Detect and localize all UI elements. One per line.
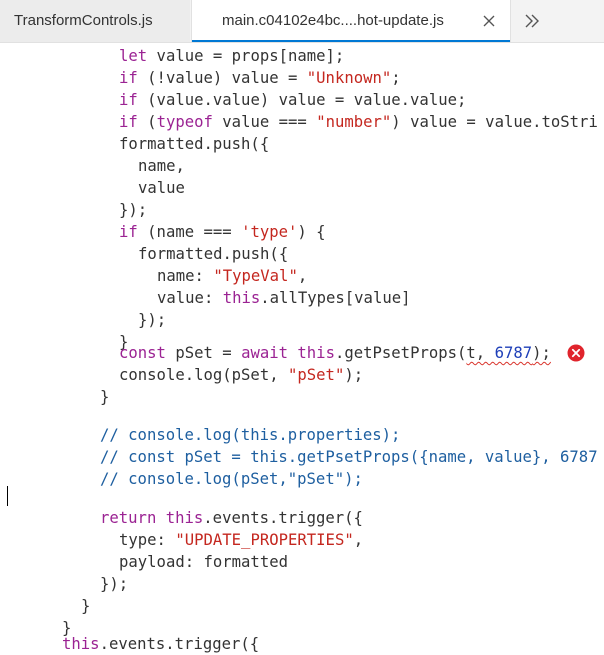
code-number: 6787 — [494, 344, 533, 362]
code-text: value: — [157, 289, 223, 307]
tab-transformcontrols[interactable]: TransformControls.js — [0, 0, 190, 42]
code-string: "pSet" — [288, 366, 345, 384]
code-text: formatted.push({ — [119, 135, 270, 153]
code-keyword: if — [119, 113, 138, 131]
code-line: console.log(pSet, "pSet"); — [119, 365, 363, 385]
code-text: }); — [119, 201, 148, 219]
code-keyword: const — [119, 344, 166, 362]
code-line: } — [100, 387, 109, 407]
code-keyword: if — [119, 69, 138, 87]
code-string: 'type' — [241, 223, 298, 241]
code-line: type: "UPDATE_PROPERTIES", — [119, 530, 363, 550]
code-text: payload: formatted — [119, 553, 288, 571]
code-line: return this.events.trigger({ — [100, 508, 363, 528]
code-line: name, — [138, 156, 185, 176]
code-text: type: — [119, 531, 176, 549]
code-text: , — [353, 531, 364, 549]
code-line: const pSet = await this.getPsetProps(t, … — [119, 343, 551, 363]
code-text: value = props[name]; — [147, 47, 345, 65]
code-line: // console.log(pSet,"pSet"); — [100, 469, 363, 489]
code-keyword: if — [119, 91, 138, 109]
code-text: console.log(pSet, — [119, 366, 288, 384]
code-text: value === — [212, 113, 317, 131]
code-line: // console.log(this.properties); — [100, 425, 400, 445]
code-text: ( — [137, 113, 157, 131]
code-text: (value.value) value = value.value; — [137, 91, 467, 109]
code-text: .events.trigger({ — [203, 509, 363, 527]
code-string: "number" — [316, 113, 392, 131]
code-text: ); — [344, 366, 364, 384]
code-text: ; — [391, 69, 401, 87]
code-keyword: if — [119, 223, 138, 241]
code-line: payload: formatted — [119, 552, 288, 572]
tab-main-hot-update[interactable]: main.c04102e4bc....hot-update.js — [191, 0, 511, 42]
code-text: } — [81, 597, 91, 615]
code-comment: // console.log(this.properties); — [100, 426, 401, 444]
code-text: t, — [466, 344, 495, 362]
code-text: }); — [138, 311, 167, 329]
code-text: .getPsetProps( — [334, 344, 467, 362]
code-text: .events.trigger({ — [99, 635, 260, 653]
code-line: name: "TypeVal", — [157, 266, 307, 286]
code-text: pSet = — [165, 344, 242, 362]
code-line: this.events.trigger({ — [62, 634, 259, 654]
code-text: name, — [138, 157, 185, 175]
tab-label: TransformControls.js — [14, 12, 153, 29]
code-line: }); — [138, 310, 166, 330]
code-keyword: return — [100, 509, 157, 527]
code-text: name: — [157, 267, 214, 285]
chevron-double-right-icon[interactable] — [522, 11, 542, 31]
code-comment: // console.log(pSet,"pSet"); — [100, 470, 363, 488]
code-line: let value = props[name]; — [119, 46, 344, 66]
code-keyword: this — [222, 289, 261, 307]
code-line: formatted.push({ — [119, 134, 269, 154]
code-string: "TypeVal" — [213, 267, 298, 285]
code-editor[interactable]: let value = props[name]; if (!value) val… — [0, 43, 604, 655]
code-line: if (value.value) value = value.value; — [119, 90, 466, 110]
code-text: ) value = value.toStri — [391, 113, 598, 131]
editor-tab-bar: TransformControls.js main.c04102e4bc....… — [0, 0, 604, 43]
code-keyword: let — [119, 47, 148, 65]
code-text: ); — [532, 344, 551, 362]
code-comment: // const pSet = this.getPsetProps({name,… — [100, 448, 598, 466]
code-text: , — [297, 267, 308, 285]
code-line: value — [138, 178, 185, 198]
error-icon[interactable] — [567, 344, 585, 362]
code-line: if (name === 'type') { — [119, 222, 326, 242]
error-squiggle[interactable]: t, 6787); — [466, 344, 551, 362]
code-keyword: this — [165, 509, 204, 527]
code-keyword: await — [241, 344, 289, 362]
code-string: "Unknown" — [306, 69, 392, 87]
code-text: value — [138, 179, 185, 197]
code-line: } — [81, 596, 90, 616]
close-icon[interactable] — [481, 13, 497, 29]
code-keyword: this — [297, 344, 335, 362]
code-line: }); — [100, 574, 128, 594]
code-string: "UPDATE_PROPERTIES" — [175, 531, 354, 549]
code-text: } — [100, 388, 110, 406]
code-line: if (typeof value === "number") value = v… — [119, 112, 598, 132]
code-line: formatted.push({ — [138, 244, 288, 264]
code-keyword: this — [62, 635, 100, 653]
code-line: // const pSet = this.getPsetProps({name,… — [100, 447, 598, 467]
code-line: if (!value) value = "Unknown"; — [119, 68, 401, 88]
code-text: (name === — [137, 223, 242, 241]
code-text: (!value) value = — [137, 69, 307, 87]
code-line: value: this.allTypes[value] — [157, 288, 411, 308]
code-keyword: typeof — [156, 113, 213, 131]
code-line: }); — [119, 200, 147, 220]
code-text: formatted.push({ — [138, 245, 289, 263]
code-text: ) { — [297, 223, 326, 241]
code-text: .allTypes[value] — [260, 289, 411, 307]
tab-label: main.c04102e4bc....hot-update.js — [222, 12, 444, 29]
code-text: }); — [100, 575, 129, 593]
text-cursor — [7, 486, 8, 506]
